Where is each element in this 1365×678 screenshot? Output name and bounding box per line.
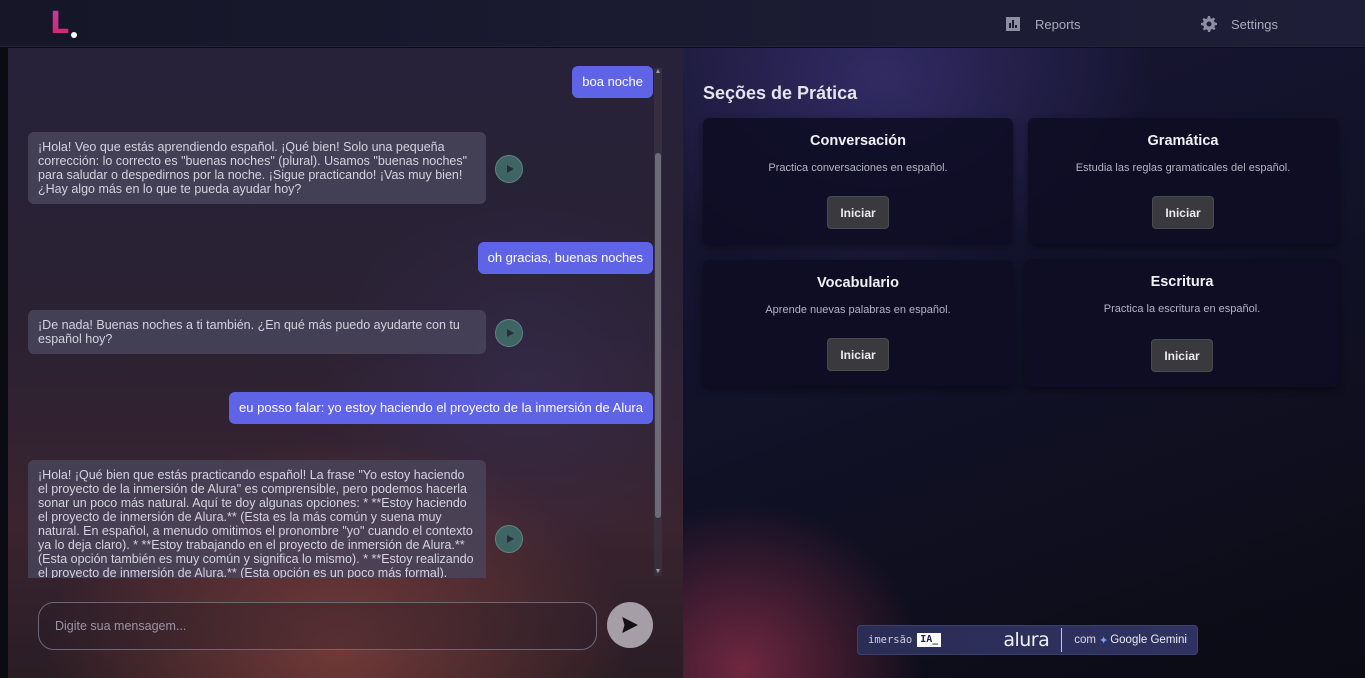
send-button[interactable]: [607, 602, 653, 648]
card-description: Practica la escritura en español.: [1103, 303, 1261, 315]
start-escritura-button[interactable]: Iniciar: [1151, 339, 1213, 372]
card-description: Practica conversaciones en español.: [768, 162, 948, 174]
alura-logo: alura: [1003, 629, 1050, 651]
card-title: Conversación: [810, 133, 906, 149]
practice-card-escritura: Escritura Practica la escritura en españ…: [1025, 259, 1339, 387]
logo-letter: L: [50, 6, 70, 41]
gear-icon: [1201, 16, 1217, 32]
card-description: Aprende nuevas palabras en español.: [765, 304, 951, 316]
card-description: Estudia las reglas gramaticales del espa…: [1075, 162, 1291, 174]
card-title: Gramática: [1147, 133, 1219, 149]
logo-dot: [71, 32, 77, 38]
chat-scrollbar[interactable]: ▲ ▼: [654, 68, 662, 576]
start-vocabulario-button[interactable]: Iniciar: [827, 338, 889, 371]
message-input-wrapper: [38, 602, 597, 650]
banner-ia-badge: IA_: [917, 633, 942, 647]
nav-reports[interactable]: Reports: [1005, 14, 1081, 34]
chat-messages[interactable]: boa noche ¡Hola! Veo que estás aprendien…: [8, 48, 663, 578]
bot-message: ¡Hola! ¡Qué bien que estás practicando e…: [28, 460, 486, 578]
message-input[interactable]: [55, 619, 596, 633]
card-title: Escritura: [1150, 274, 1214, 290]
practice-title: Seções de Prática: [703, 83, 858, 103]
scroll-down-arrow-icon[interactable]: ▼: [654, 568, 662, 576]
app-logo[interactable]: L: [50, 8, 80, 40]
banner-imersao-text: imersão: [868, 634, 913, 646]
practice-card-conversacion: Conversación Practica conversaciones en …: [703, 118, 1013, 244]
play-audio-button[interactable]: [495, 319, 523, 347]
banner-divider: [1061, 628, 1063, 652]
card-title: Vocabulario: [817, 275, 899, 291]
send-icon: [622, 617, 638, 633]
practice-panel: Seções de Prática Conversación Practica …: [683, 48, 1365, 678]
chat-panel: boa noche ¡Hola! Veo que estás aprendien…: [8, 48, 683, 678]
practice-card-vocabulario: Vocabulario Aprende nuevas palabras en e…: [703, 260, 1013, 386]
scroll-up-arrow-icon[interactable]: ▲: [654, 68, 662, 76]
top-bar: L Reports Settings: [0, 0, 1365, 47]
banner-com-text: com: [1074, 634, 1096, 646]
nav-settings[interactable]: Settings: [1201, 14, 1278, 34]
scrollbar-thumb[interactable]: [655, 153, 661, 518]
bot-message: ¡Hola! Veo que estás aprendiendo español…: [28, 132, 486, 204]
practice-card-gramatica: Gramática Estudia las reglas gramaticale…: [1028, 118, 1338, 244]
play-audio-button[interactable]: [495, 525, 523, 553]
imersao-alura-banner: imersão IA_ alura com ✦ Google Gemini: [857, 625, 1198, 655]
nav-settings-label: Settings: [1231, 16, 1278, 32]
banner-gemini-text: Google Gemini: [1110, 634, 1187, 646]
gemini-star-icon: ✦: [1098, 634, 1109, 647]
nav-reports-label: Reports: [1035, 16, 1081, 32]
user-message: boa noche: [572, 66, 653, 98]
user-message: eu posso falar: yo estoy haciendo el pro…: [229, 392, 653, 424]
play-audio-button[interactable]: [495, 155, 523, 183]
start-gramatica-button[interactable]: Iniciar: [1152, 196, 1214, 229]
bar-chart-icon: [1006, 17, 1020, 31]
start-conversacion-button[interactable]: Iniciar: [827, 196, 889, 229]
user-message: oh gracias, buenas noches: [477, 242, 653, 274]
bot-message: ¡De nada! Buenas noches a ti también. ¿E…: [28, 310, 486, 354]
